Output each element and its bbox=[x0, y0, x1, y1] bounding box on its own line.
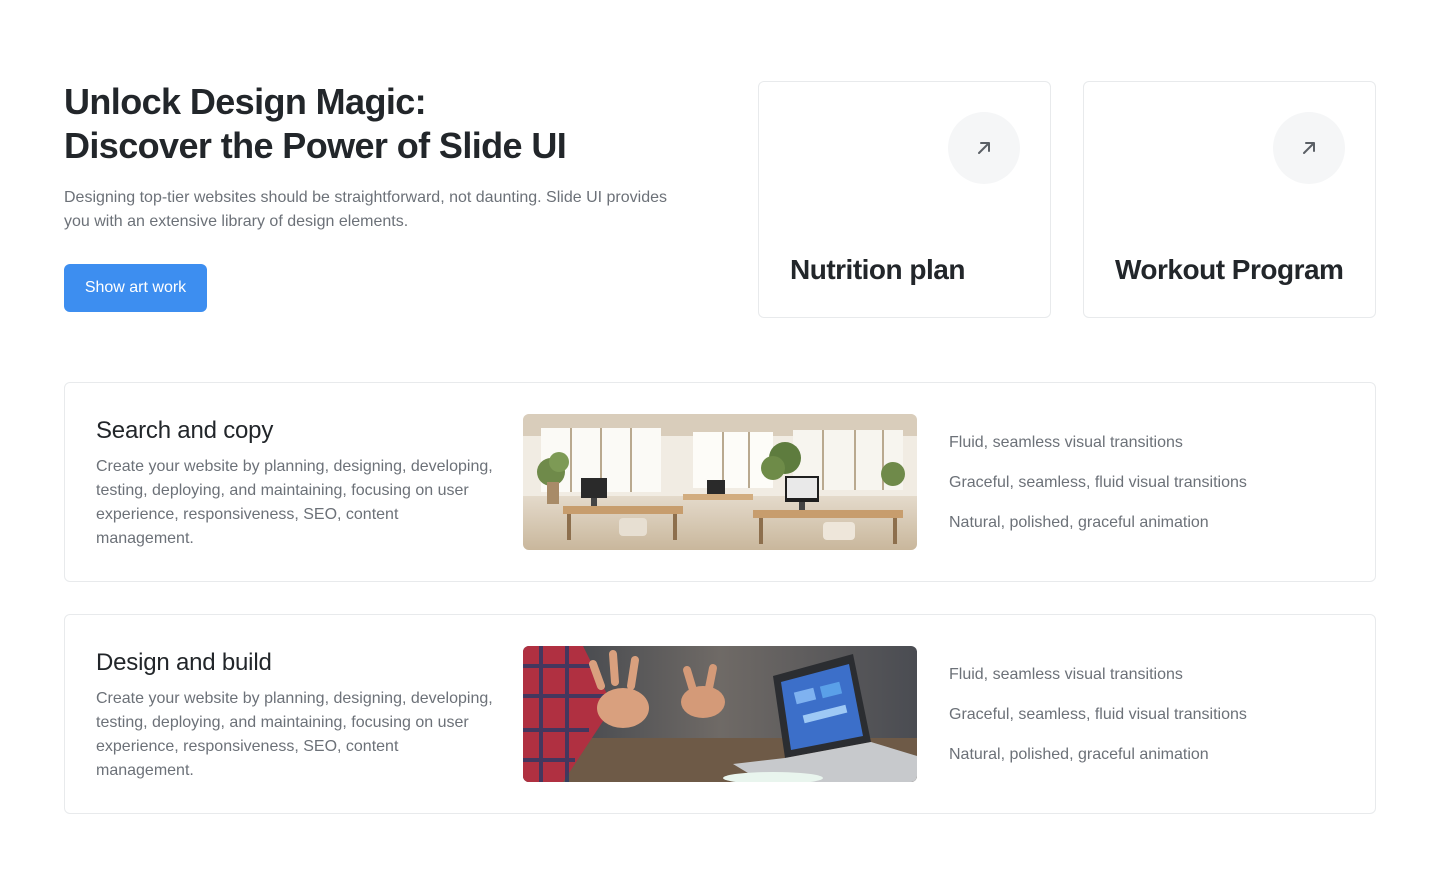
feature-card-search-and-copy: Search and copy Create your website by p… bbox=[64, 382, 1376, 582]
show-art-work-button[interactable]: Show art work bbox=[64, 264, 207, 312]
hero-title-line-1: Unlock Design Magic: bbox=[64, 81, 427, 122]
list-item: Natural, polished, graceful animation bbox=[949, 514, 1209, 531]
list-item: Fluid, seamless visual transitions bbox=[949, 666, 1183, 683]
arrow-up-right-icon bbox=[1303, 142, 1315, 154]
tile-workout-program[interactable]: Workout Program bbox=[1083, 81, 1376, 318]
office-interior-image bbox=[523, 414, 917, 550]
feature-points-list: Fluid, seamless visual transitions Grace… bbox=[949, 431, 1247, 551]
list-item: Fluid, seamless visual transitions bbox=[949, 434, 1183, 451]
hero-description: Designing top-tier websites should be st… bbox=[64, 189, 667, 230]
feature-title: Design and build bbox=[96, 649, 272, 676]
feature-description: Create your website by planning, designi… bbox=[96, 690, 493, 779]
hero-text: Unlock Design Magic: Discover the Power … bbox=[64, 80, 684, 234]
list-item: Natural, polished, graceful animation bbox=[949, 746, 1209, 763]
tile-nutrition-plan[interactable]: Nutrition plan bbox=[758, 81, 1051, 318]
hero-title: Unlock Design Magic: Discover the Power … bbox=[64, 80, 684, 168]
laptop-hands-image bbox=[523, 646, 917, 782]
feature-points-list: Fluid, seamless visual transitions Grace… bbox=[949, 663, 1247, 783]
list-item: Graceful, seamless, fluid visual transit… bbox=[949, 706, 1247, 723]
list-item: Graceful, seamless, fluid visual transit… bbox=[949, 474, 1247, 491]
feature-description: Create your website by planning, designi… bbox=[96, 458, 493, 547]
arrow-up-right-icon bbox=[978, 142, 990, 154]
hero-title-line-2: Discover the Power of Slide UI bbox=[64, 125, 567, 166]
feature-card-design-and-build: Design and build Create your website by … bbox=[64, 614, 1376, 814]
tile-title: Workout Program bbox=[1115, 254, 1344, 285]
arrow-up-right-button[interactable] bbox=[1273, 112, 1345, 184]
tile-title: Nutrition plan bbox=[790, 254, 965, 285]
arrow-up-right-button[interactable] bbox=[948, 112, 1020, 184]
feature-title: Search and copy bbox=[96, 417, 274, 444]
